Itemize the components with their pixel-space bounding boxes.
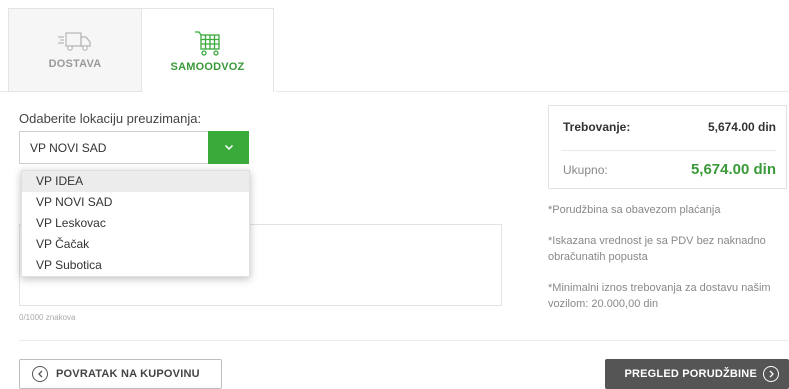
tab-samoodvoz-label: SAMOODVOZ [170,60,245,73]
location-option[interactable]: VP IDEA [22,171,249,192]
review-button-label: PREGLED PORUDŽBINE [624,368,757,380]
tab-samoodvoz[interactable]: SAMOODVOZ [141,8,274,92]
delivery-truck-icon [58,32,91,51]
ukupno-value: 5,674.00 din [690,161,776,178]
tab-dostava[interactable]: DOSTAVA [8,8,141,92]
shopping-cart-icon [194,30,220,56]
ukupno-row: Ukupno: 5,674.00 din [563,161,776,178]
chevron-left-icon [32,366,48,382]
delivery-tabs: DOSTAVA SAMOODVOZ [8,8,274,92]
location-dropdown-list: VP IDEA VP NOVI SAD VP Leskovac VP Čačak… [21,170,250,277]
chevron-right-icon [763,366,779,382]
ukupno-label: Ukupno: [563,162,608,177]
chevron-down-icon [224,144,233,150]
location-option[interactable]: VP Subotica [22,255,249,276]
back-button-label: POVRATAK NA KUPOVINU [56,368,200,380]
tab-dostava-label: DOSTAVA [48,58,102,70]
location-select[interactable]: VP NOVI SAD [19,130,249,164]
note-payment: *Porudžbina sa obavezom plaćanja [548,204,721,216]
location-dropdown-toggle[interactable] [208,130,249,164]
summary-divider [561,150,776,151]
trebovanje-row: Trebovanje: 5,674.00 din [563,120,776,134]
note-minimum: *Minimalni iznos trebovanja za dostavu n… [548,282,771,310]
trebovanje-value: 5,674.00 din [707,120,776,134]
tab-divider [276,91,789,92]
location-label: Odaberite lokaciju preuzimanja: [19,111,202,126]
footer-divider [19,340,789,341]
trebovanje-label: Trebovanje: [563,120,631,134]
char-counter: 0/1000 znakova [19,313,76,322]
note-vat: *Iskazana vrednost je sa PDV bez naknadn… [548,235,766,263]
location-selected-value: VP NOVI SAD [30,140,107,155]
location-option[interactable]: VP Leskovac [22,213,249,234]
tab-divider-left [0,91,8,92]
order-summary: Trebovanje: 5,674.00 din Ukupno: 5,674.0… [548,105,787,189]
location-option[interactable]: VP Čačak [22,234,249,255]
location-option[interactable]: VP NOVI SAD [22,192,249,213]
